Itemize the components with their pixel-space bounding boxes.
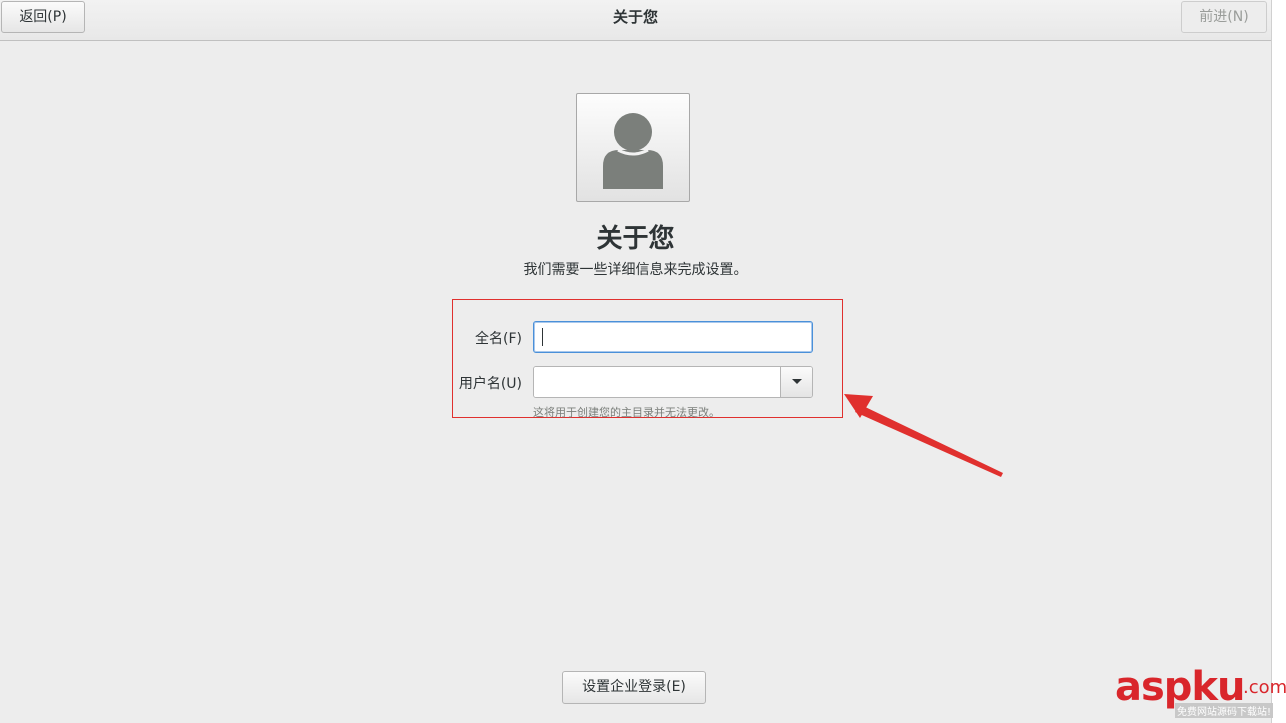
setup-window: 关于您 返回(P) 前进(N) 关于您 我们需要一些详细信息来完成设置。 全名(… [0, 0, 1286, 723]
fullname-label: 全名(F) [475, 331, 522, 347]
header-title: 关于您 [612, 8, 658, 26]
fullname-input[interactable] [533, 321, 813, 353]
watermark-domain: .com [1243, 677, 1286, 698]
watermark-tagline: 免费网站源码下载站! [1175, 703, 1274, 718]
page-title: 关于您 [596, 224, 675, 254]
chevron-down-icon [792, 379, 802, 384]
next-button[interactable]: 前进(N) [1181, 1, 1267, 33]
username-input[interactable] [534, 367, 780, 397]
username-hint: 这将用于创建您的主目录并无法更改。 [533, 406, 720, 419]
page-subtitle: 我们需要一些详细信息来完成设置。 [523, 262, 748, 278]
header-bar: 关于您 返回(P) 前进(N) [0, 0, 1271, 41]
text-caret [542, 328, 543, 346]
window-edge [1271, 0, 1286, 723]
avatar-button[interactable] [576, 93, 690, 202]
username-combobox[interactable] [533, 366, 813, 398]
username-dropdown-button[interactable] [780, 367, 812, 397]
annotation-highlight-box [452, 299, 843, 418]
back-button[interactable]: 返回(P) [1, 1, 85, 33]
enterprise-login-button[interactable]: 设置企业登录(E) [562, 671, 706, 704]
username-label: 用户名(U) [458, 376, 522, 392]
user-avatar-icon [603, 113, 663, 189]
watermark-logo: aspku .com 免费网站源码下载站! [1115, 665, 1286, 720]
